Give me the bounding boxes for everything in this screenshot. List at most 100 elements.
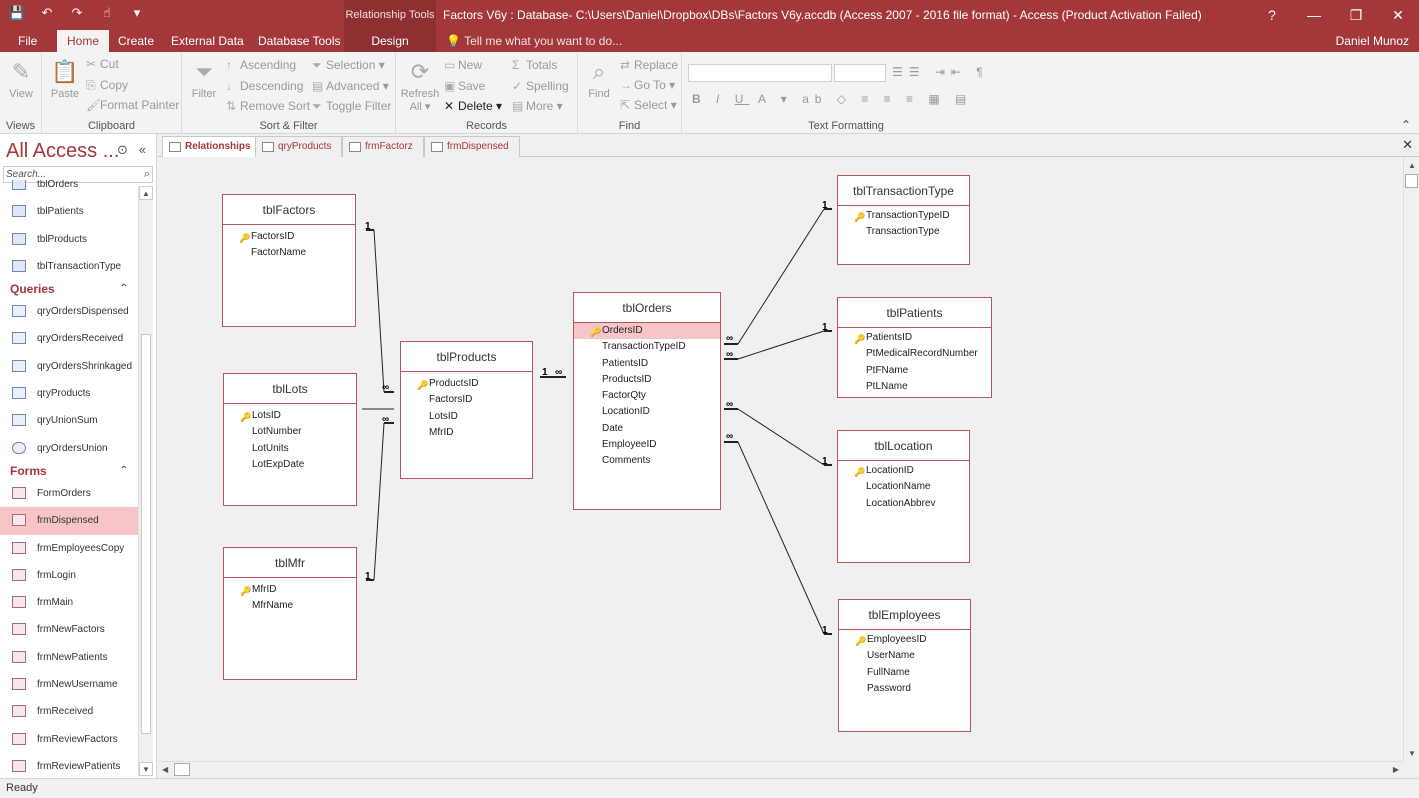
table-field[interactable]: PatientsID <box>574 356 720 372</box>
table-field[interactable]: 🔑 FactorsID <box>223 229 355 245</box>
nav-item-form[interactable]: frmNewUsername <box>0 671 138 698</box>
table-field[interactable]: 🔑 LotsID <box>224 408 356 424</box>
font-style-controls[interactable]: B I U A ▾ ab ◇ ≡ ≡ ≡ ▦ ▤ <box>692 92 972 106</box>
table-field[interactable]: Date <box>574 421 720 437</box>
nav-scrollbar[interactable]: ▲ ▼ <box>138 186 153 776</box>
table-field[interactable]: TransactionType <box>838 224 969 240</box>
nav-item-form[interactable]: frmMain <box>0 589 138 616</box>
table-field[interactable]: 🔑 PatientsID <box>838 330 991 346</box>
customize-qat-icon[interactable]: ▾ <box>128 5 146 21</box>
nav-item-form[interactable]: frmDispensed <box>0 507 138 535</box>
nav-item-table[interactable]: tblTransactionType <box>0 253 138 280</box>
table-box-tblproducts[interactable]: tblProducts 🔑 ProductsID FactorsID LotsID… <box>400 341 533 479</box>
replace-button[interactable]: ⇄ Replace <box>620 58 678 72</box>
table-field[interactable]: LotsID <box>401 409 532 425</box>
scroll-right-arrow-icon[interactable]: ▶ <box>1393 765 1399 774</box>
scroll-down-arrow-icon[interactable]: ▼ <box>139 762 153 776</box>
font-name-box[interactable] <box>688 64 832 82</box>
table-box-tbllots[interactable]: tblLots 🔑 LotsID LotNumber LotUnits LotEx… <box>223 373 357 506</box>
totals-button[interactable]: Σ Totals <box>512 58 557 72</box>
table-field[interactable]: LotExpDate <box>224 457 356 473</box>
help-icon[interactable]: ? <box>1251 0 1293 30</box>
table-box-tbllocation[interactable]: tblLocation 🔑 LocationID LocationName Loc… <box>837 430 970 563</box>
scroll-up-arrow-icon[interactable]: ▲ <box>1408 161 1416 170</box>
nav-item-query[interactable]: qryOrdersReceived <box>0 325 138 352</box>
vertical-scroll-thumb[interactable] <box>1405 174 1418 188</box>
table-field[interactable]: 🔑 MfrID <box>224 582 356 598</box>
table-field[interactable]: UserName <box>839 648 970 664</box>
advanced-button[interactable]: ▤ Advanced ▾ <box>312 79 389 93</box>
table-field[interactable]: LocationID <box>574 404 720 420</box>
table-box-tblfactors[interactable]: tblFactors 🔑 FactorsID FactorName <box>222 194 356 327</box>
table-field[interactable]: Password <box>839 681 970 697</box>
search-icon[interactable]: ⌕ <box>144 167 150 182</box>
font-size-box[interactable] <box>834 64 886 82</box>
table-box-tblpatients[interactable]: tblPatients 🔑 PatientsID PtMedicalRecordN… <box>837 297 992 398</box>
tab-home[interactable]: Home <box>57 30 110 52</box>
copy-button[interactable]: ⎘ Copy <box>86 78 128 93</box>
minimize-button[interactable]: — <box>1293 0 1335 30</box>
nav-item-query[interactable]: qryOrdersDispensed <box>0 298 138 325</box>
table-field[interactable]: Comments <box>574 453 720 469</box>
select-button[interactable]: ⇱ Select ▾ <box>620 98 677 112</box>
save-record-button[interactable]: ▣ Save <box>444 79 485 93</box>
collapse-ribbon-icon[interactable]: ⌃ <box>1401 118 1411 132</box>
canvas-horizontal-scrollbar[interactable]: ◀ ▶ <box>158 761 1403 777</box>
table-field[interactable]: TransactionTypeID <box>574 339 720 355</box>
nav-section-queries[interactable]: Queries ⌃ <box>0 280 138 298</box>
scroll-left-arrow-icon[interactable]: ◀ <box>162 765 168 774</box>
nav-item-form[interactable]: frmNewFactors <box>0 616 138 643</box>
table-field[interactable]: 🔑 LocationID <box>838 463 969 479</box>
table-field[interactable]: PtMedicalRecordNumber <box>838 346 991 362</box>
undo-icon[interactable]: ↶ <box>38 5 56 21</box>
nav-item-form[interactable]: frmLogin <box>0 562 138 589</box>
nav-section-forms[interactable]: Forms ⌃ <box>0 462 138 480</box>
nav-item-query[interactable]: qryUnionSum <box>0 407 138 434</box>
doc-tab-qryproducts[interactable]: qryProducts <box>255 136 343 157</box>
restore-button[interactable]: ❐ <box>1335 0 1377 30</box>
table-field[interactable]: MfrID <box>401 425 532 441</box>
table-box-tbltransactiontype[interactable]: tblTransactionType 🔑 TransactionTypeID Tr… <box>837 175 970 265</box>
tab-create[interactable]: Create <box>108 30 164 52</box>
nav-scroll-thumb[interactable] <box>141 334 151 734</box>
scroll-up-arrow-icon[interactable]: ▲ <box>139 186 153 200</box>
user-name[interactable]: Daniel Munoz <box>1336 30 1409 52</box>
nav-item-form[interactable]: FormOrders <box>0 480 138 507</box>
nav-item-query[interactable]: qryOrdersShrinkaged <box>0 353 138 380</box>
ascending-button[interactable]: ↑ Ascending <box>226 58 296 72</box>
horizontal-scroll-thumb[interactable] <box>174 763 190 776</box>
save-icon[interactable]: 💾 <box>8 5 26 21</box>
list-indent-controls[interactable]: ☰☰ ⇥⇤ ¶ <box>892 65 989 79</box>
view-button[interactable]: ✎ View <box>6 56 36 100</box>
table-field[interactable]: LotNumber <box>224 424 356 440</box>
table-box-tblorders[interactable]: tblOrders 🔑 OrdersID TransactionTypeID Pa… <box>573 292 721 510</box>
doc-tab-frmdispensed[interactable]: frmDispensed <box>424 136 520 157</box>
remove-sort-button[interactable]: ⇅ Remove Sort <box>226 99 310 113</box>
doc-tab-frmfactorz[interactable]: frmFactorz <box>342 136 424 157</box>
table-field[interactable]: FactorName <box>223 245 355 261</box>
table-field[interactable]: LocationName <box>838 479 969 495</box>
nav-item-table[interactable]: tblOrders <box>0 180 138 198</box>
new-record-button[interactable]: ▭ New <box>444 58 482 72</box>
paste-button[interactable]: 📋 Paste <box>48 56 82 100</box>
table-box-tblemployees[interactable]: tblEmployees 🔑 EmployeesID UserName FullN… <box>838 599 971 732</box>
table-field[interactable]: ProductsID <box>574 372 720 388</box>
table-field[interactable]: FactorsID <box>401 392 532 408</box>
tell-me-box[interactable]: 💡 Tell me what you want to do... <box>446 30 622 52</box>
relationships-canvas[interactable]: 1 ∞ ∞ 1 1 ∞ ∞ ∞ ∞ ∞ 1 1 1 1 tblFactors 🔑… <box>158 158 1403 761</box>
table-field[interactable]: PtLName <box>838 379 991 395</box>
table-field-selected[interactable]: 🔑 OrdersID <box>574 323 720 340</box>
close-button[interactable]: ✕ <box>1377 0 1419 30</box>
find-button[interactable]: ⌕ Find <box>584 56 614 100</box>
table-field[interactable]: 🔑 EmployeesID <box>839 632 970 648</box>
table-field[interactable]: PtFName <box>838 363 991 379</box>
tab-design[interactable]: Design <box>344 30 436 52</box>
nav-item-table[interactable]: tblProducts <box>0 226 138 253</box>
refresh-all-button[interactable]: ⟳ Refresh All ▾ <box>400 56 440 113</box>
table-field[interactable]: 🔑 TransactionTypeID <box>838 208 969 224</box>
table-field[interactable]: 🔑 ProductsID <box>401 376 532 392</box>
table-field[interactable]: FullName <box>839 665 970 681</box>
table-box-tblmfr[interactable]: tblMfr 🔑 MfrID MfrName <box>223 547 357 680</box>
nav-item-table[interactable]: tblPatients <box>0 198 138 225</box>
tab-database-tools[interactable]: Database Tools <box>248 30 351 52</box>
